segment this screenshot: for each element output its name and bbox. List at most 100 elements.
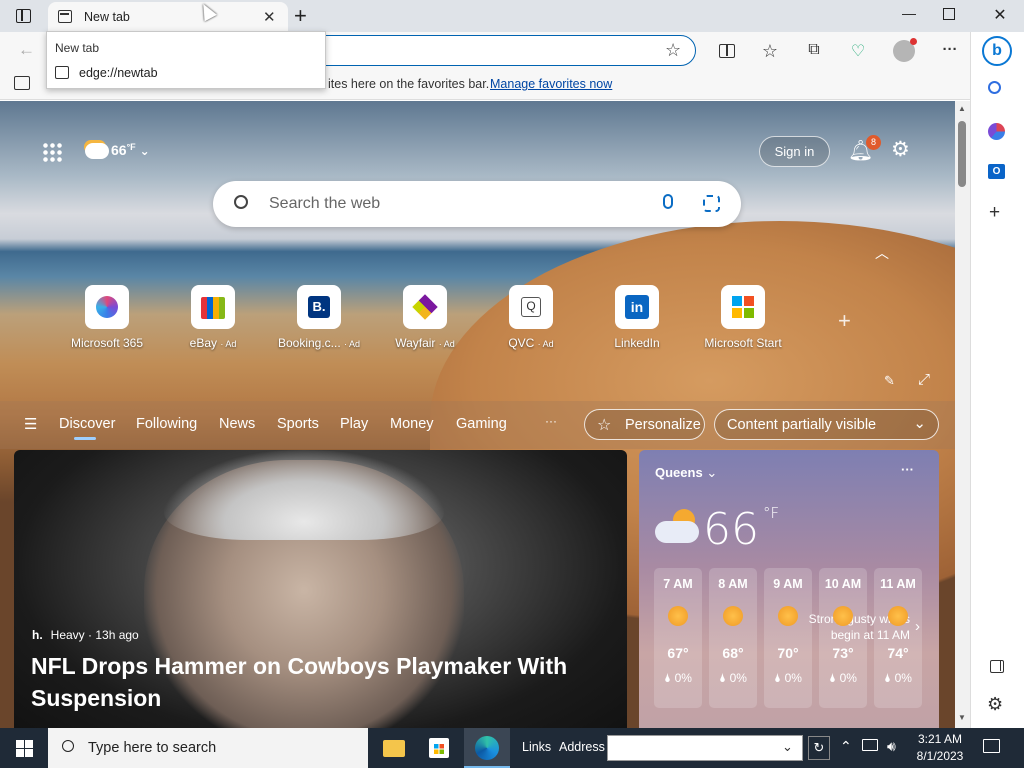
news-headline[interactable]: NFL Drops Hammer on Cowboys Playmaker Wi…: [31, 650, 591, 714]
new-tab-button[interactable]: +: [294, 3, 307, 29]
minimize-button[interactable]: —: [897, 5, 921, 21]
windows-start-icon[interactable]: [16, 740, 33, 757]
personalize-icon: ☆: [597, 417, 612, 434]
microsoft-logo-icon: [732, 296, 754, 318]
outlook-icon[interactable]: O: [988, 164, 1005, 179]
tile-qvc[interactable]: Q: [509, 285, 553, 329]
feed-nav-bar: ☰ Discover Following News Sports Play Mo…: [0, 401, 955, 449]
tile-label: Microsoft 365: [70, 336, 144, 350]
tile-label: Microsoft Start: [704, 336, 782, 350]
tab-new-tab[interactable]: New tab ✕: [48, 2, 288, 32]
content-visibility-label: Content partially visible: [727, 417, 877, 433]
tile-linkedin[interactable]: in: [615, 285, 659, 329]
browser-essentials-icon[interactable]: ♡: [847, 41, 869, 63]
scroll-up-arrow-icon[interactable]: ▲: [958, 104, 966, 113]
tile-booking[interactable]: B.: [297, 285, 341, 329]
tab-sports[interactable]: Sports: [277, 416, 319, 432]
tile-wayfair[interactable]: [403, 285, 447, 329]
feed-menu-icon[interactable]: ☰: [24, 415, 37, 433]
profile-avatar[interactable]: [893, 38, 917, 62]
tab-following[interactable]: Following: [136, 416, 197, 432]
content-visibility-dropdown[interactable]: Content partially visible ⌄: [714, 409, 939, 440]
microsoft-store-icon[interactable]: [429, 738, 449, 758]
weather-card[interactable]: Queens ⌄ ··· 66 °F › Strong gusty winds b…: [639, 450, 939, 728]
collapse-chevron-icon[interactable]: ︿: [875, 243, 889, 263]
taskbar-links-toolbar[interactable]: Links: [522, 740, 551, 754]
web-search-box[interactable]: Search the web: [213, 181, 741, 227]
tab-play[interactable]: Play: [340, 416, 368, 432]
weather-location[interactable]: Queens ⌄: [655, 465, 717, 481]
qvc-logo-icon: Q: [521, 297, 541, 317]
tab-news[interactable]: News: [219, 416, 255, 432]
office-icon[interactable]: [988, 123, 1005, 140]
tile-microsoft-365[interactable]: [85, 285, 129, 329]
tile-ebay[interactable]: [191, 285, 235, 329]
hourly-forecast: 9 AM 70° 🌢︎ 0%: [764, 568, 812, 708]
collections-icon[interactable]: ⧉: [803, 41, 825, 63]
manage-favorites-link[interactable]: Manage favorites now: [490, 77, 612, 91]
weather-cloud-icon: [85, 143, 109, 159]
notification-count-badge: 8: [866, 135, 881, 150]
page-settings-gear-icon[interactable]: ⚙: [891, 137, 910, 162]
search-icon: [234, 195, 248, 209]
tab-money[interactable]: Money: [390, 416, 434, 432]
settings-more-icon[interactable]: ···: [939, 41, 961, 63]
hero-news-card[interactable]: h. Heavy · 13h ago NFL Drops Hammer on Co…: [14, 450, 627, 728]
volume-icon[interactable]: 🔊︎: [887, 738, 896, 755]
partly-cloudy-icon: [655, 509, 699, 543]
taskbar-address-input[interactable]: ⌄: [607, 735, 803, 761]
close-window-button[interactable]: ✕: [988, 5, 1012, 25]
scroll-down-arrow-icon[interactable]: ▼: [958, 713, 966, 722]
weather-more-icon[interactable]: ···: [901, 462, 914, 477]
hour-time: 11 AM: [880, 577, 916, 591]
hour-time: 7 AM: [663, 577, 693, 591]
more-tabs-button[interactable]: ···: [545, 414, 557, 428]
taskbar-search-box[interactable]: Type here to search: [48, 728, 368, 768]
edge-taskbar-button[interactable]: [464, 728, 510, 768]
personalize-button[interactable]: ☆ Personalize: [584, 409, 705, 440]
edit-background-icon[interactable]: ✎: [884, 373, 895, 389]
tile-microsoft-start[interactable]: [721, 285, 765, 329]
go-refresh-icon[interactable]: ↻: [808, 736, 830, 760]
network-icon[interactable]: [862, 739, 878, 751]
close-tab-icon[interactable]: ✕: [263, 8, 276, 26]
tab-discover[interactable]: Discover: [59, 416, 115, 432]
new-tab-page: 66°F ⌄ Sign in 🔔︎ 8 ⚙ Search the web ︿ M…: [0, 101, 955, 728]
notification-center-icon[interactable]: [983, 739, 1000, 753]
taskbar-search-input[interactable]: Type here to search: [88, 740, 216, 756]
import-favorites-icon[interactable]: [14, 76, 30, 90]
expand-icon[interactable]: ⤢: [918, 371, 930, 388]
microphone-icon[interactable]: [663, 194, 673, 209]
favorite-star-icon[interactable]: ☆: [665, 40, 681, 61]
page-scrollbar[interactable]: ▲ ▼: [955, 101, 970, 728]
visual-search-icon[interactable]: [703, 195, 720, 212]
add-sidebar-app-icon[interactable]: +: [989, 202, 1000, 224]
sidebar-settings-icon[interactable]: ⚙: [987, 694, 1003, 715]
hour-temp: 74°: [887, 645, 909, 661]
sign-in-button[interactable]: Sign in: [759, 136, 830, 167]
search-input[interactable]: Search the web: [269, 195, 380, 213]
show-hidden-icons-icon[interactable]: ⌃: [840, 738, 852, 755]
tab-actions-icon[interactable]: [16, 9, 31, 23]
hour-precip: 🌢︎ 0%: [719, 671, 747, 685]
tab-gaming[interactable]: Gaming: [456, 416, 507, 432]
active-tab-indicator: [74, 437, 96, 440]
tile-label: QVC · Ad: [508, 336, 554, 350]
add-shortcut-icon[interactable]: +: [838, 308, 851, 334]
bing-copilot-icon[interactable]: b: [982, 36, 1012, 66]
tooltip-url: edge://newtab: [79, 66, 158, 80]
split-screen-icon[interactable]: [716, 41, 738, 63]
file-explorer-icon[interactable]: [383, 740, 405, 757]
page-icon: [58, 10, 72, 23]
restore-button[interactable]: [943, 8, 955, 20]
scroll-thumb[interactable]: [958, 121, 966, 187]
chevron-down-icon[interactable]: ⌄: [782, 739, 793, 755]
apps-launcher-icon[interactable]: [42, 142, 62, 162]
hide-sidebar-icon[interactable]: [990, 660, 1004, 673]
hourly-forecast: 11 AM 74° 🌢︎ 0%: [874, 568, 922, 708]
search-icon[interactable]: [988, 81, 1001, 94]
favorites-icon[interactable]: ☆: [759, 41, 781, 63]
taskbar-clock[interactable]: 3:21 AM 8/1/2023: [906, 731, 974, 765]
back-icon[interactable]: ←: [18, 40, 35, 60]
header-weather-temp[interactable]: 66°F ⌄: [111, 142, 150, 158]
